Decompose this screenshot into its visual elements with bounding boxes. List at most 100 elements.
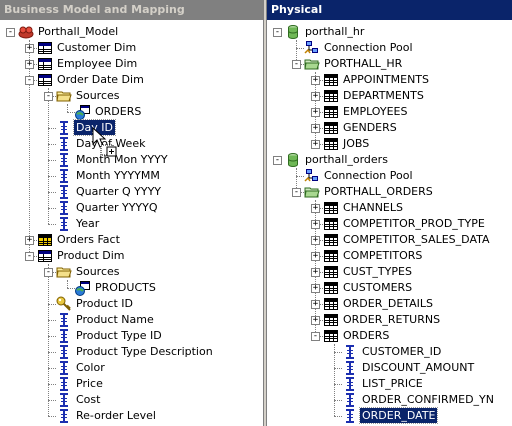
tree-item-label: Product Type Description — [76, 345, 213, 358]
table-icon — [323, 264, 339, 280]
physical-tree-item-order-date[interactable]: ORDER_DATE — [267, 407, 512, 424]
collapse-icon[interactable]: - — [292, 60, 301, 69]
tree-item-label: ORDER_CONFIRMED_YN — [362, 393, 495, 406]
expand-icon[interactable]: + — [311, 316, 320, 325]
tree-item-label: CUST_TYPES — [343, 265, 412, 278]
bmm-tree-item-product-type-id[interactable]: Product Type ID — [0, 328, 263, 344]
collapse-icon[interactable]: - — [44, 268, 53, 277]
physical-tree-item-porthall-orders[interactable]: - porthall_orders — [267, 152, 512, 168]
bmm-tree-item-orders[interactable]: ORDERS — [0, 104, 263, 120]
expand-icon[interactable]: + — [25, 60, 34, 69]
table-icon — [323, 328, 339, 344]
collapse-icon[interactable]: - — [311, 332, 320, 341]
physical-tree-item-connection-pool[interactable]: Connection Pool — [267, 40, 512, 56]
expand-icon[interactable]: + — [25, 44, 34, 53]
logical-table-icon — [37, 72, 53, 88]
physical-tree-item-appointments[interactable]: + APPOINTMENTS — [267, 72, 512, 88]
bmm-tree-item-products[interactable]: PRODUCTS — [0, 280, 263, 296]
bmm-tree-item-orders-fact[interactable]: + Orders Fact — [0, 232, 263, 248]
physical-tree-item-order-details[interactable]: + ORDER_DETAILS — [267, 296, 512, 312]
physical-tree-item-competitor-sales-data[interactable]: + COMPETITOR_SALES_DATA — [267, 232, 512, 248]
expand-icon[interactable]: + — [311, 76, 320, 85]
bmm-tree-item-sources[interactable]: - Sources — [0, 88, 263, 104]
physical-tree-item-jobs[interactable]: + JOBS — [267, 136, 512, 152]
physical-tree-item-order-confirmed-yn[interactable]: ORDER_CONFIRMED_YN — [267, 392, 512, 408]
database-icon — [285, 152, 301, 168]
physical-tree-item-departments[interactable]: + DEPARTMENTS — [267, 88, 512, 104]
bmm-tree-item-order-date-dim[interactable]: - Order Date Dim — [0, 72, 263, 88]
physical-tree-item-cust-types[interactable]: + CUST_TYPES — [267, 264, 512, 280]
bmm-tree-item-cost[interactable]: Cost — [0, 392, 263, 408]
tree-item-label: COMPETITOR_SALES_DATA — [343, 233, 490, 246]
expand-icon[interactable]: + — [25, 236, 34, 245]
bmm-tree-item-year[interactable]: Year — [0, 216, 263, 232]
logical-table-source-icon — [75, 280, 91, 296]
expand-icon[interactable]: + — [311, 236, 320, 245]
logical-table-icon — [37, 56, 53, 72]
collapse-icon[interactable]: - — [292, 188, 301, 197]
physical-tree-item-porthall-hr[interactable]: - PORTHALL_HR — [267, 56, 512, 72]
bmm-tree-item-product-id[interactable]: Product ID — [0, 296, 263, 312]
expand-icon[interactable]: + — [311, 284, 320, 293]
physical-tree-item-competitors[interactable]: + COMPETITORS — [267, 248, 512, 264]
physical-tree-item-porthall-orders[interactable]: - PORTHALL_ORDERS — [267, 184, 512, 200]
physical-tree-item-channels[interactable]: + CHANNELS — [267, 200, 512, 216]
tree-item-label: Sources — [76, 89, 120, 102]
expand-icon[interactable]: + — [311, 204, 320, 213]
collapse-icon[interactable]: - — [6, 28, 15, 37]
logical-table-source-icon — [75, 104, 91, 120]
bmm-tree-item-price[interactable]: Price — [0, 376, 263, 392]
physical-tree-item-porthall-hr[interactable]: - porthall_hr — [267, 24, 512, 40]
expand-icon[interactable]: + — [311, 140, 320, 149]
folder-icon — [56, 264, 72, 280]
business-model-panel: Business Model and Mapping - Porthall_Mod… — [0, 0, 264, 426]
expand-icon[interactable]: + — [311, 252, 320, 261]
expand-icon[interactable]: + — [311, 220, 320, 229]
physical-tree-item-list-price[interactable]: LIST_PRICE — [267, 376, 512, 392]
collapse-icon[interactable]: - — [273, 28, 282, 37]
bmm-tree-item-quarter-q-yyyy[interactable]: Quarter Q YYYY — [0, 184, 263, 200]
collapse-icon[interactable]: - — [25, 252, 34, 261]
collapse-icon[interactable]: - — [25, 76, 34, 85]
collapse-icon[interactable]: - — [273, 156, 282, 165]
physical-tree-item-orders[interactable]: - ORDERS — [267, 328, 512, 344]
physical-tree-item-genders[interactable]: + GENDERS — [267, 120, 512, 136]
collapse-icon[interactable]: - — [44, 92, 53, 101]
expand-icon[interactable]: + — [311, 92, 320, 101]
physical-tree-item-discount-amount[interactable]: DISCOUNT_AMOUNT — [267, 360, 512, 376]
tree-item-label: CUSTOMER_ID — [362, 345, 442, 358]
schema-folder-icon — [304, 56, 320, 72]
bmm-tree-item-month-mon-yyyy[interactable]: Month Mon YYYY — [0, 152, 263, 168]
bmm-tree-item-porthall-model[interactable]: - Porthall_Model — [0, 24, 263, 40]
tree-item-label: Employee Dim — [57, 57, 138, 70]
table-icon — [323, 312, 339, 328]
bmm-tree-item-quarter-yyyyq[interactable]: Quarter YYYYQ — [0, 200, 263, 216]
bmm-tree-item-color[interactable]: Color — [0, 360, 263, 376]
physical-tree-item-connection-pool[interactable]: Connection Pool — [267, 168, 512, 184]
bmm-tree-item-product-name[interactable]: Product Name — [0, 312, 263, 328]
bmm-tree-item-customer-dim[interactable]: + Customer Dim — [0, 40, 263, 56]
bmm-tree-item-month-yyyymm[interactable]: Month YYYYMM — [0, 168, 263, 184]
expand-icon[interactable]: + — [311, 268, 320, 277]
bmm-tree-item-day-of-week[interactable]: Day of Week — [0, 136, 263, 152]
physical-tree-item-order-returns[interactable]: + ORDER_RETURNS — [267, 312, 512, 328]
bmm-tree-item-employee-dim[interactable]: + Employee Dim — [0, 56, 263, 72]
expand-icon[interactable]: + — [311, 124, 320, 133]
bmm-tree-item-product-dim[interactable]: - Product Dim — [0, 248, 263, 264]
tree-item-label: COMPETITORS — [343, 249, 423, 262]
tree-item-label: Quarter YYYYQ — [76, 201, 158, 214]
physical-tree-item-customers[interactable]: + CUSTOMERS — [267, 280, 512, 296]
physical-tree-item-competitor-prod-type[interactable]: + COMPETITOR_PROD_TYPE — [267, 216, 512, 232]
tree-item-label: Product ID — [76, 297, 133, 310]
tree-item-label: Connection Pool — [324, 41, 413, 54]
bmm-tree-item-day-id[interactable]: Day ID — [0, 119, 263, 136]
tree-item-label: Re-order Level — [76, 409, 156, 422]
expand-icon[interactable]: + — [311, 300, 320, 309]
expand-icon[interactable]: + — [311, 108, 320, 117]
physical-tree-item-customer-id[interactable]: CUSTOMER_ID — [267, 344, 512, 360]
bmm-tree-item-sources[interactable]: - Sources — [0, 264, 263, 280]
tree-item-label: PORTHALL_HR — [324, 57, 403, 70]
bmm-tree-item-product-type-description[interactable]: Product Type Description — [0, 344, 263, 360]
bmm-tree-item-re-order-level[interactable]: Re-order Level — [0, 408, 263, 424]
physical-tree-item-employees[interactable]: + EMPLOYEES — [267, 104, 512, 120]
